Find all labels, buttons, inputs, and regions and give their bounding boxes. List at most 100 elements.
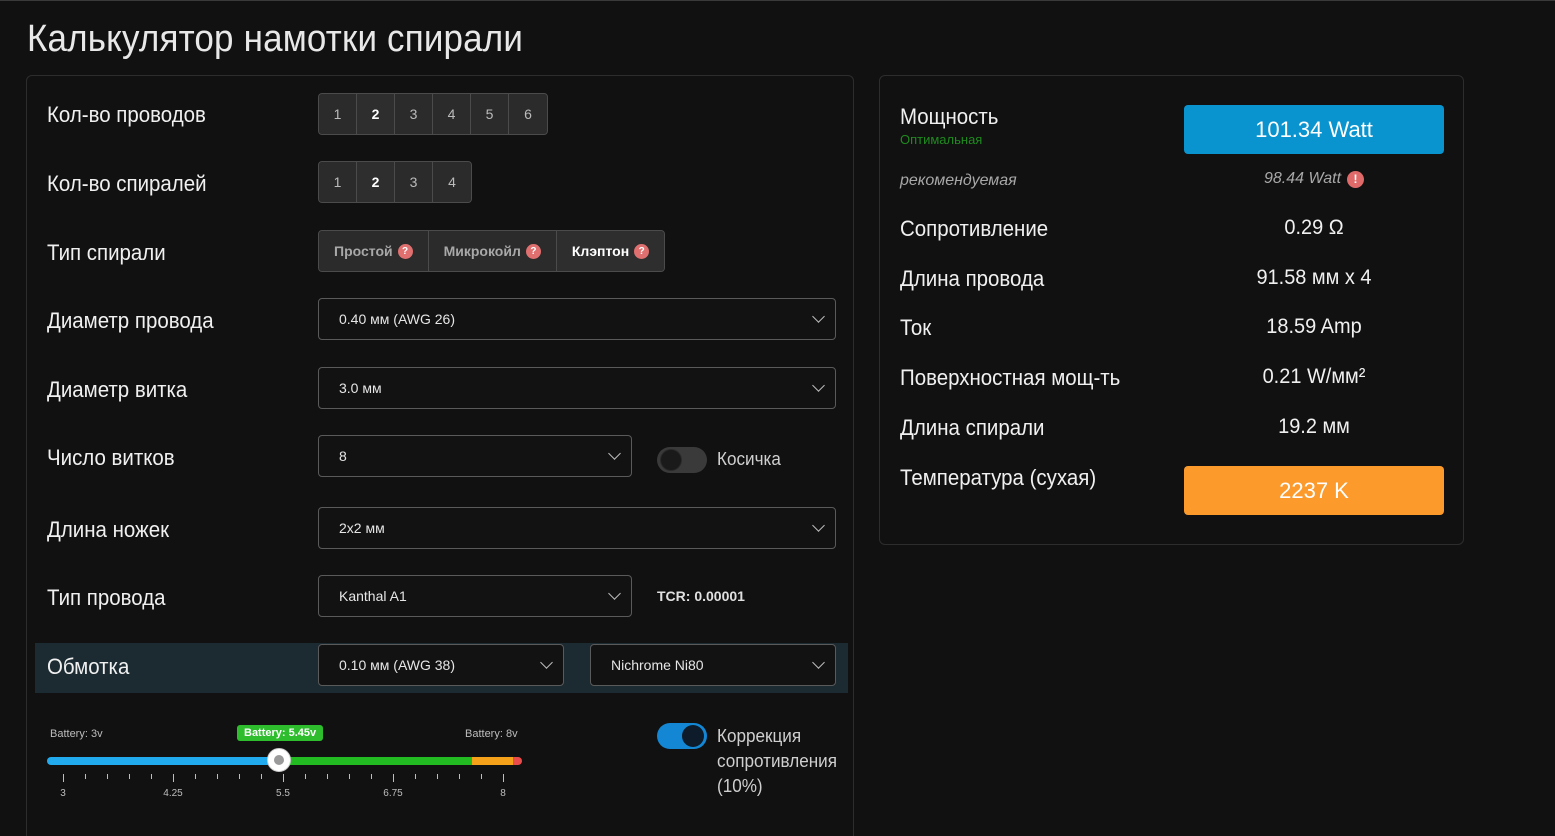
heat-flux-value: 0.21 W/мм² — [1262, 365, 1366, 388]
temperature-label: Температура (сухая) — [900, 465, 1097, 490]
slider-tick — [107, 774, 108, 779]
coils-option-2[interactable]: 2 — [357, 162, 395, 202]
wrap-wire-material-select[interactable]: Nichrome Ni80 — [590, 644, 836, 686]
inner-diameter-select[interactable]: 3.0 мм — [318, 367, 836, 409]
coil-type-option-label: Клэптон — [571, 243, 630, 259]
slider-tick — [371, 774, 372, 779]
heat-flux-label: Поверхностная мощ-ть — [900, 365, 1121, 390]
wires-option-label: 1 — [333, 106, 342, 122]
power-status: Оптимальная — [900, 132, 983, 147]
braid-label: Косичка — [717, 449, 781, 469]
chevron-down-icon — [540, 656, 553, 669]
wrap-wire-material-value: Nichrome Ni80 — [611, 657, 704, 673]
slider-tick — [239, 774, 240, 779]
wires-option-label: 3 — [409, 106, 418, 122]
wire-length-label: Длина провода — [900, 266, 1045, 291]
battery-max-label: Battery: 8v — [465, 728, 518, 740]
tcr-value: TCR: 0.00001 — [657, 588, 745, 604]
recommended-label: рекомендуемая — [900, 172, 1017, 189]
wires-option-6[interactable]: 6 — [509, 94, 547, 134]
legs-label: Длина ножек — [47, 517, 170, 542]
coil-type-option-1[interactable]: Простой? — [319, 231, 429, 271]
slider-tick-label: 4.25 — [163, 788, 183, 799]
inner-diameter-label: Диаметр витка — [47, 377, 188, 402]
slider-track-low — [47, 757, 279, 765]
resistance-correction-toggle[interactable] — [657, 723, 707, 749]
slider-track-mid — [279, 757, 472, 765]
slider-tick — [261, 774, 262, 779]
coils-option-4[interactable]: 4 — [433, 162, 471, 202]
slider-tick — [503, 774, 504, 782]
coils-option-label: 1 — [333, 174, 342, 190]
slider-tick — [63, 774, 64, 782]
slider-tick — [195, 774, 196, 779]
coils-option-1[interactable]: 1 — [319, 162, 357, 202]
braid-toggle[interactable] — [657, 447, 707, 473]
warning-icon[interactable]: ! — [1347, 170, 1365, 188]
coils-option-label: 2 — [371, 174, 380, 190]
wires-option-label: 6 — [524, 106, 532, 122]
coils-button-group: 1 2 3 4 — [318, 161, 472, 203]
top-border — [0, 0, 1555, 3]
coils-option-label: 4 — [448, 174, 456, 190]
coil-type-option-label: Микрокойл — [443, 243, 521, 259]
slider-tick-label: 5.5 — [276, 788, 290, 799]
wires-option-2[interactable]: 2 — [357, 94, 395, 134]
coil-type-option-3[interactable]: Клэптон? — [556, 231, 665, 271]
slider-track-high — [472, 757, 513, 765]
wires-option-1[interactable]: 1 — [319, 94, 357, 134]
wires-option-5[interactable]: 5 — [471, 94, 509, 134]
slider-tick — [85, 774, 86, 779]
legs-select[interactable]: 2x2 мм — [318, 507, 836, 549]
wrap-wire-diameter-select[interactable]: 0.10 мм (AWG 38) — [318, 644, 564, 686]
wire-type-value: Kanthal A1 — [339, 588, 407, 604]
chevron-down-icon — [812, 310, 825, 323]
battery-slider-thumb[interactable] — [267, 748, 291, 772]
wraps-value: 8 — [339, 448, 347, 464]
resistance-correction-label-1: Коррекция — [717, 726, 802, 746]
slider-tick — [393, 774, 394, 782]
wire-length-value: 91.58 мм x 4 — [1256, 266, 1372, 289]
power-value: 101.34 Watt — [1184, 105, 1444, 154]
coil-type-label: Тип спирали — [47, 240, 166, 265]
wires-option-label: 2 — [371, 106, 380, 122]
battery-current-badge: Battery: 5.45v — [237, 725, 324, 741]
slider-tick — [349, 774, 350, 779]
help-icon[interactable]: ? — [397, 243, 413, 259]
wire-type-select[interactable]: Kanthal A1 — [318, 575, 632, 617]
help-icon[interactable]: ? — [634, 243, 650, 259]
coil-type-option-2[interactable]: Микрокойл? — [428, 231, 557, 271]
chevron-down-icon — [608, 587, 621, 600]
toggle-knob — [660, 449, 682, 471]
wire-diameter-select[interactable]: 0.40 мм (AWG 26) — [318, 298, 836, 340]
slider-tick — [283, 774, 284, 782]
slider-tick — [217, 774, 218, 779]
chevron-down-icon — [812, 379, 825, 392]
coils-option-3[interactable]: 3 — [395, 162, 433, 202]
wrap-wire-diameter-value: 0.10 мм (AWG 38) — [339, 657, 455, 673]
slider-tick — [173, 774, 174, 782]
coil-length-label: Длина спирали — [900, 415, 1045, 440]
wire-diameter-value: 0.40 мм (AWG 26) — [339, 311, 455, 327]
resistance-value: 0.29 Ω — [1284, 216, 1344, 239]
slider-tick — [129, 774, 130, 779]
wraps-select[interactable]: 8 — [318, 435, 632, 477]
slider-tick — [481, 774, 482, 779]
coil-form-panel: Кол-во проводов 1 2 3 4 5 6 Кол-во спиралей 1… — [26, 75, 854, 836]
slider-tick — [305, 774, 306, 779]
power-label: Мощность — [900, 104, 999, 129]
slider-tick — [437, 774, 438, 779]
toggle-knob — [682, 725, 704, 747]
wires-option-3[interactable]: 3 — [395, 94, 433, 134]
wires-option-4[interactable]: 4 — [433, 94, 471, 134]
help-icon[interactable]: ? — [525, 243, 541, 259]
coil-type-option-label: Простой — [334, 243, 393, 259]
legs-value: 2x2 мм — [339, 520, 385, 536]
wires-option-label: 4 — [447, 106, 456, 122]
slider-tick — [459, 774, 460, 779]
recommended-value: 98.44 Watt — [1263, 170, 1342, 187]
temperature-value: 2237 K — [1184, 466, 1444, 515]
slider-tick-label: 8 — [500, 788, 506, 799]
slider-tick — [327, 774, 328, 779]
wire-type-label: Тип провода — [47, 585, 166, 610]
